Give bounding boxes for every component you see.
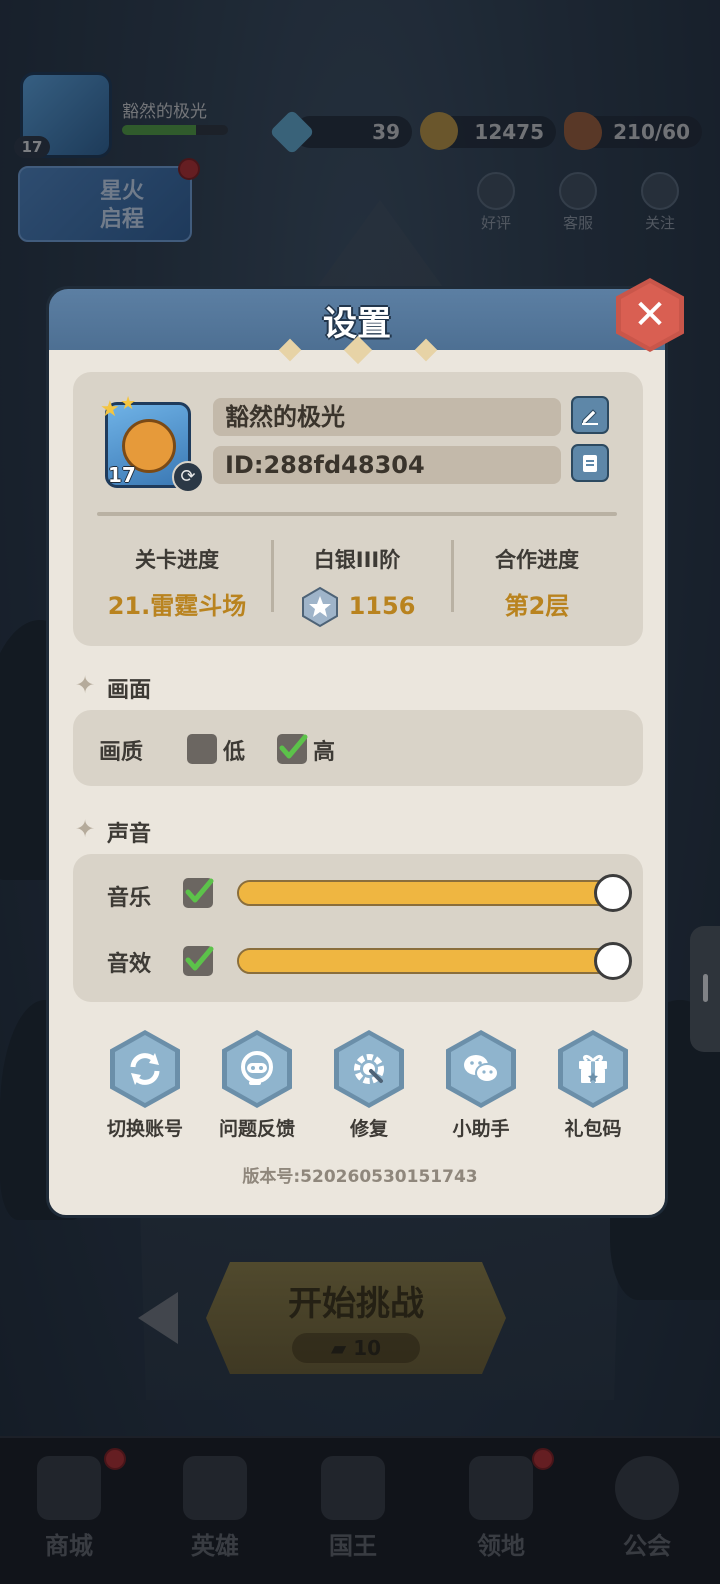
- section-star-icon: ✦: [75, 671, 96, 699]
- player-name-field: 豁然的极光: [213, 398, 561, 436]
- stat-label: 关卡进度: [135, 548, 219, 572]
- player-id-field: ID:288fd48304: [213, 446, 561, 484]
- pencil-icon: [581, 409, 598, 425]
- star-icon: ★: [100, 397, 120, 422]
- rank-points: 1156: [348, 592, 416, 620]
- gift-code-button[interactable]: 礼包码: [543, 1030, 643, 1141]
- quality-panel: 画质 低 高: [73, 710, 643, 786]
- edit-name-button[interactable]: [571, 396, 609, 434]
- checkmark-icon: [185, 878, 214, 903]
- profile-avatar[interactable]: ★ ★ 17 ⟳: [100, 393, 204, 493]
- close-icon: ✕: [633, 292, 667, 338]
- section-star-icon: ✦: [75, 815, 96, 843]
- sound-section-title: 声音: [107, 822, 152, 847]
- settings-dialog: 设置 ★ ★ 17 ⟳ 豁然的极光 ID:288fd48304 关卡进度 21.…: [46, 278, 684, 1218]
- checkmark-icon: [185, 946, 214, 971]
- stat-value: 21.雷霆斗场: [107, 592, 247, 620]
- switch-account-label: 切换账号: [106, 1118, 183, 1140]
- stat-label: 白银III阶: [313, 548, 401, 572]
- wechat-assistant-icon: [464, 1055, 499, 1083]
- quality-low-checkbox[interactable]: [187, 734, 217, 764]
- change-avatar-icon[interactable]: ⟳: [172, 461, 204, 493]
- checkmark-icon: [279, 734, 308, 759]
- repair-label: 修复: [349, 1118, 388, 1140]
- music-volume-fill: [239, 882, 615, 904]
- rank-stat: 白银III阶 1156: [267, 544, 447, 628]
- profile-panel: ★ ★ 17 ⟳ 豁然的极光 ID:288fd48304 关卡进度 21.雷霆斗…: [73, 372, 643, 646]
- profile-divider: [97, 512, 617, 516]
- music-label: 音乐: [107, 886, 152, 911]
- copy-id-button[interactable]: [571, 444, 609, 482]
- hex-frame: [558, 1030, 628, 1108]
- sfx-volume-fill: [239, 950, 615, 972]
- profile-level: 17: [108, 463, 136, 487]
- feedback-icon: [241, 1051, 273, 1085]
- hex-frame: [446, 1030, 516, 1108]
- quality-high-checkbox[interactable]: [277, 734, 308, 764]
- quality-label: 画质: [99, 740, 144, 765]
- gift-code-icon: [579, 1054, 607, 1083]
- music-volume-knob[interactable]: [594, 874, 632, 912]
- stat-value: 第2层: [504, 592, 570, 620]
- switch-account-icon: [130, 1053, 160, 1085]
- hex-frame: [222, 1030, 292, 1108]
- sfx-volume-slider[interactable]: [237, 942, 632, 980]
- switch-account-button[interactable]: 切换账号: [95, 1030, 195, 1141]
- music-volume-slider[interactable]: [237, 874, 632, 912]
- music-toggle-checkbox[interactable]: [183, 878, 214, 908]
- sfx-volume-knob[interactable]: [594, 942, 632, 980]
- stat-label: 合作进度: [495, 548, 579, 572]
- sound-panel: 音乐 音效: [73, 854, 643, 1002]
- version-text: 版本号:520260530151743: [242, 1167, 478, 1187]
- copy-icon: [583, 455, 597, 472]
- hex-frame: [110, 1030, 180, 1108]
- close-button-inner: ✕: [621, 283, 679, 347]
- display-section-title: 画面: [107, 678, 152, 703]
- coop-progress-stat: 合作进度 第2层: [447, 544, 627, 621]
- gift-code-label: 礼包码: [564, 1118, 622, 1140]
- silver-rank-emblem-icon: [301, 586, 338, 628]
- repair-gear-icon: [354, 1054, 384, 1084]
- stat-value-row: 1156: [267, 586, 447, 628]
- quality-low-label: 低: [223, 740, 246, 765]
- repair-button[interactable]: 修复: [319, 1030, 419, 1141]
- assistant-label: 小助手: [452, 1118, 510, 1140]
- sfx-label: 音效: [107, 952, 152, 977]
- stage-progress-stat: 关卡进度 21.雷霆斗场: [87, 544, 267, 621]
- feedback-button[interactable]: 问题反馈: [207, 1030, 307, 1141]
- assistant-button[interactable]: 小助手: [431, 1030, 531, 1141]
- feedback-label: 问题反馈: [218, 1118, 295, 1140]
- dialog-body: ★ ★ 17 ⟳ 豁然的极光 ID:288fd48304 关卡进度 21.雷霆斗…: [46, 350, 668, 1218]
- hex-frame: [334, 1030, 404, 1108]
- sfx-toggle-checkbox[interactable]: [183, 946, 214, 976]
- star-icon: ★: [120, 393, 137, 414]
- quality-high-label: 高: [313, 740, 336, 765]
